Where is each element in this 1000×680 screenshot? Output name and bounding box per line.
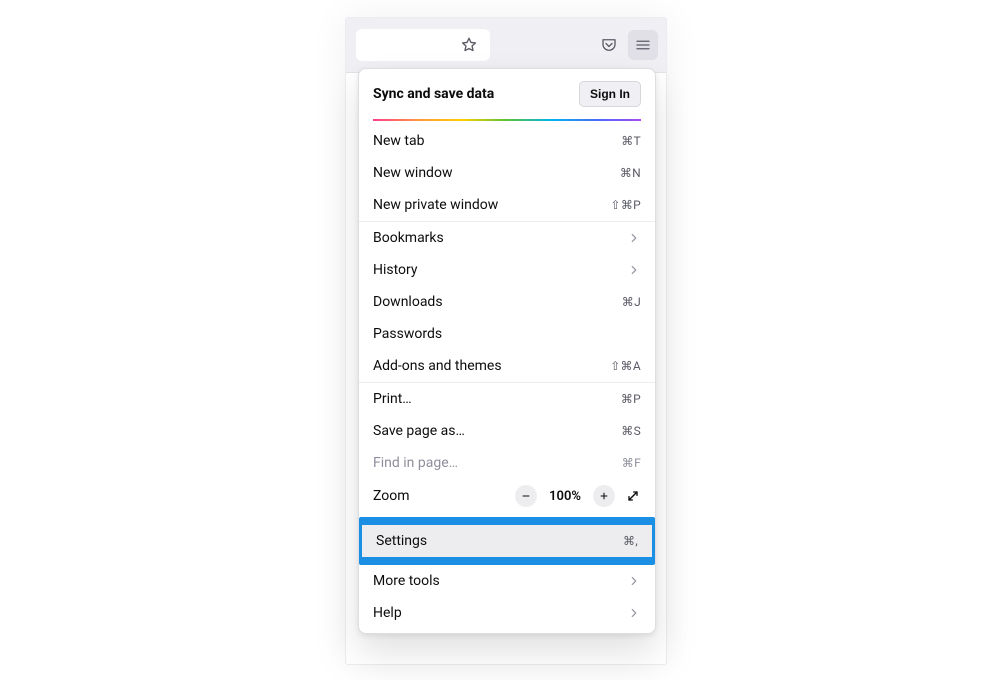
fullscreen-icon[interactable] [625, 488, 641, 504]
menu-item-label: Help [373, 605, 402, 621]
menu-item-shortcut: ⌘F [614, 456, 641, 470]
zoom-out-button[interactable] [515, 485, 537, 507]
menu-item-new-tab[interactable]: New tab ⌘T [359, 125, 655, 157]
menu-item-downloads[interactable]: Downloads ⌘J [359, 286, 655, 318]
menu-item-label: Passwords [373, 326, 442, 342]
menu-item-bookmarks[interactable]: Bookmarks [359, 222, 655, 254]
sync-row: Sync and save data Sign In [359, 69, 655, 119]
settings-highlight: Settings ⌘, [359, 517, 655, 565]
menu-item-settings[interactable]: Settings ⌘, [362, 525, 652, 557]
menu-item-label: Bookmarks [373, 230, 444, 246]
zoom-controls: 100% [515, 485, 641, 507]
menu-item-save-page[interactable]: Save page as… ⌘S [359, 415, 655, 447]
menu-item-shortcut: ⌘P [613, 392, 641, 406]
menu-item-shortcut: ⌘J [614, 295, 641, 309]
menu-item-zoom: Zoom 100% [359, 479, 655, 517]
urlbar-fragment [356, 29, 490, 61]
menu-item-label: New window [373, 165, 452, 181]
menu-item-shortcut: ⌘, [615, 534, 638, 548]
hamburger-icon[interactable] [628, 30, 658, 60]
menu-item-shortcut: ⇧⌘P [602, 198, 641, 212]
chevron-right-icon [627, 263, 641, 277]
sign-in-button[interactable]: Sign In [579, 81, 641, 107]
menu-item-label: Settings [376, 533, 427, 549]
menu-item-label: New private window [373, 197, 498, 213]
menu-item-new-window[interactable]: New window ⌘N [359, 157, 655, 189]
sync-title: Sync and save data [373, 86, 494, 102]
app-menu: Sync and save data Sign In New tab ⌘T Ne… [358, 68, 656, 634]
menu-item-more-tools[interactable]: More tools [359, 565, 655, 597]
menu-item-new-private-window[interactable]: New private window ⇧⌘P [359, 189, 655, 221]
menu-item-label: Downloads [373, 294, 443, 310]
zoom-value: 100% [547, 489, 583, 504]
menu-item-label: Find in page… [373, 455, 458, 471]
menu-item-shortcut: ⇧⌘A [602, 359, 641, 373]
menu-item-shortcut: ⌘T [613, 134, 641, 148]
chevron-right-icon [627, 231, 641, 245]
pocket-icon[interactable] [594, 30, 624, 60]
menu-item-label: More tools [373, 573, 440, 589]
menu-item-label: Add-ons and themes [373, 358, 502, 374]
menu-item-label: New tab [373, 133, 424, 149]
menu-item-label: Save page as… [373, 423, 465, 439]
browser-toolbar [346, 18, 666, 73]
zoom-label: Zoom [373, 488, 410, 504]
menu-item-shortcut: ⌘N [612, 166, 641, 180]
menu-item-passwords[interactable]: Passwords [359, 318, 655, 350]
chevron-right-icon [627, 606, 641, 620]
zoom-in-button[interactable] [593, 485, 615, 507]
menu-item-print[interactable]: Print… ⌘P [359, 383, 655, 415]
menu-item-label: History [373, 262, 418, 278]
menu-item-addons[interactable]: Add-ons and themes ⇧⌘A [359, 350, 655, 382]
menu-item-history[interactable]: History [359, 254, 655, 286]
menu-item-find[interactable]: Find in page… ⌘F [359, 447, 655, 479]
menu-item-shortcut: ⌘S [613, 424, 641, 438]
menu-item-label: Print… [373, 391, 412, 407]
chevron-right-icon [627, 574, 641, 588]
star-icon[interactable] [454, 30, 484, 60]
menu-item-help[interactable]: Help [359, 597, 655, 629]
